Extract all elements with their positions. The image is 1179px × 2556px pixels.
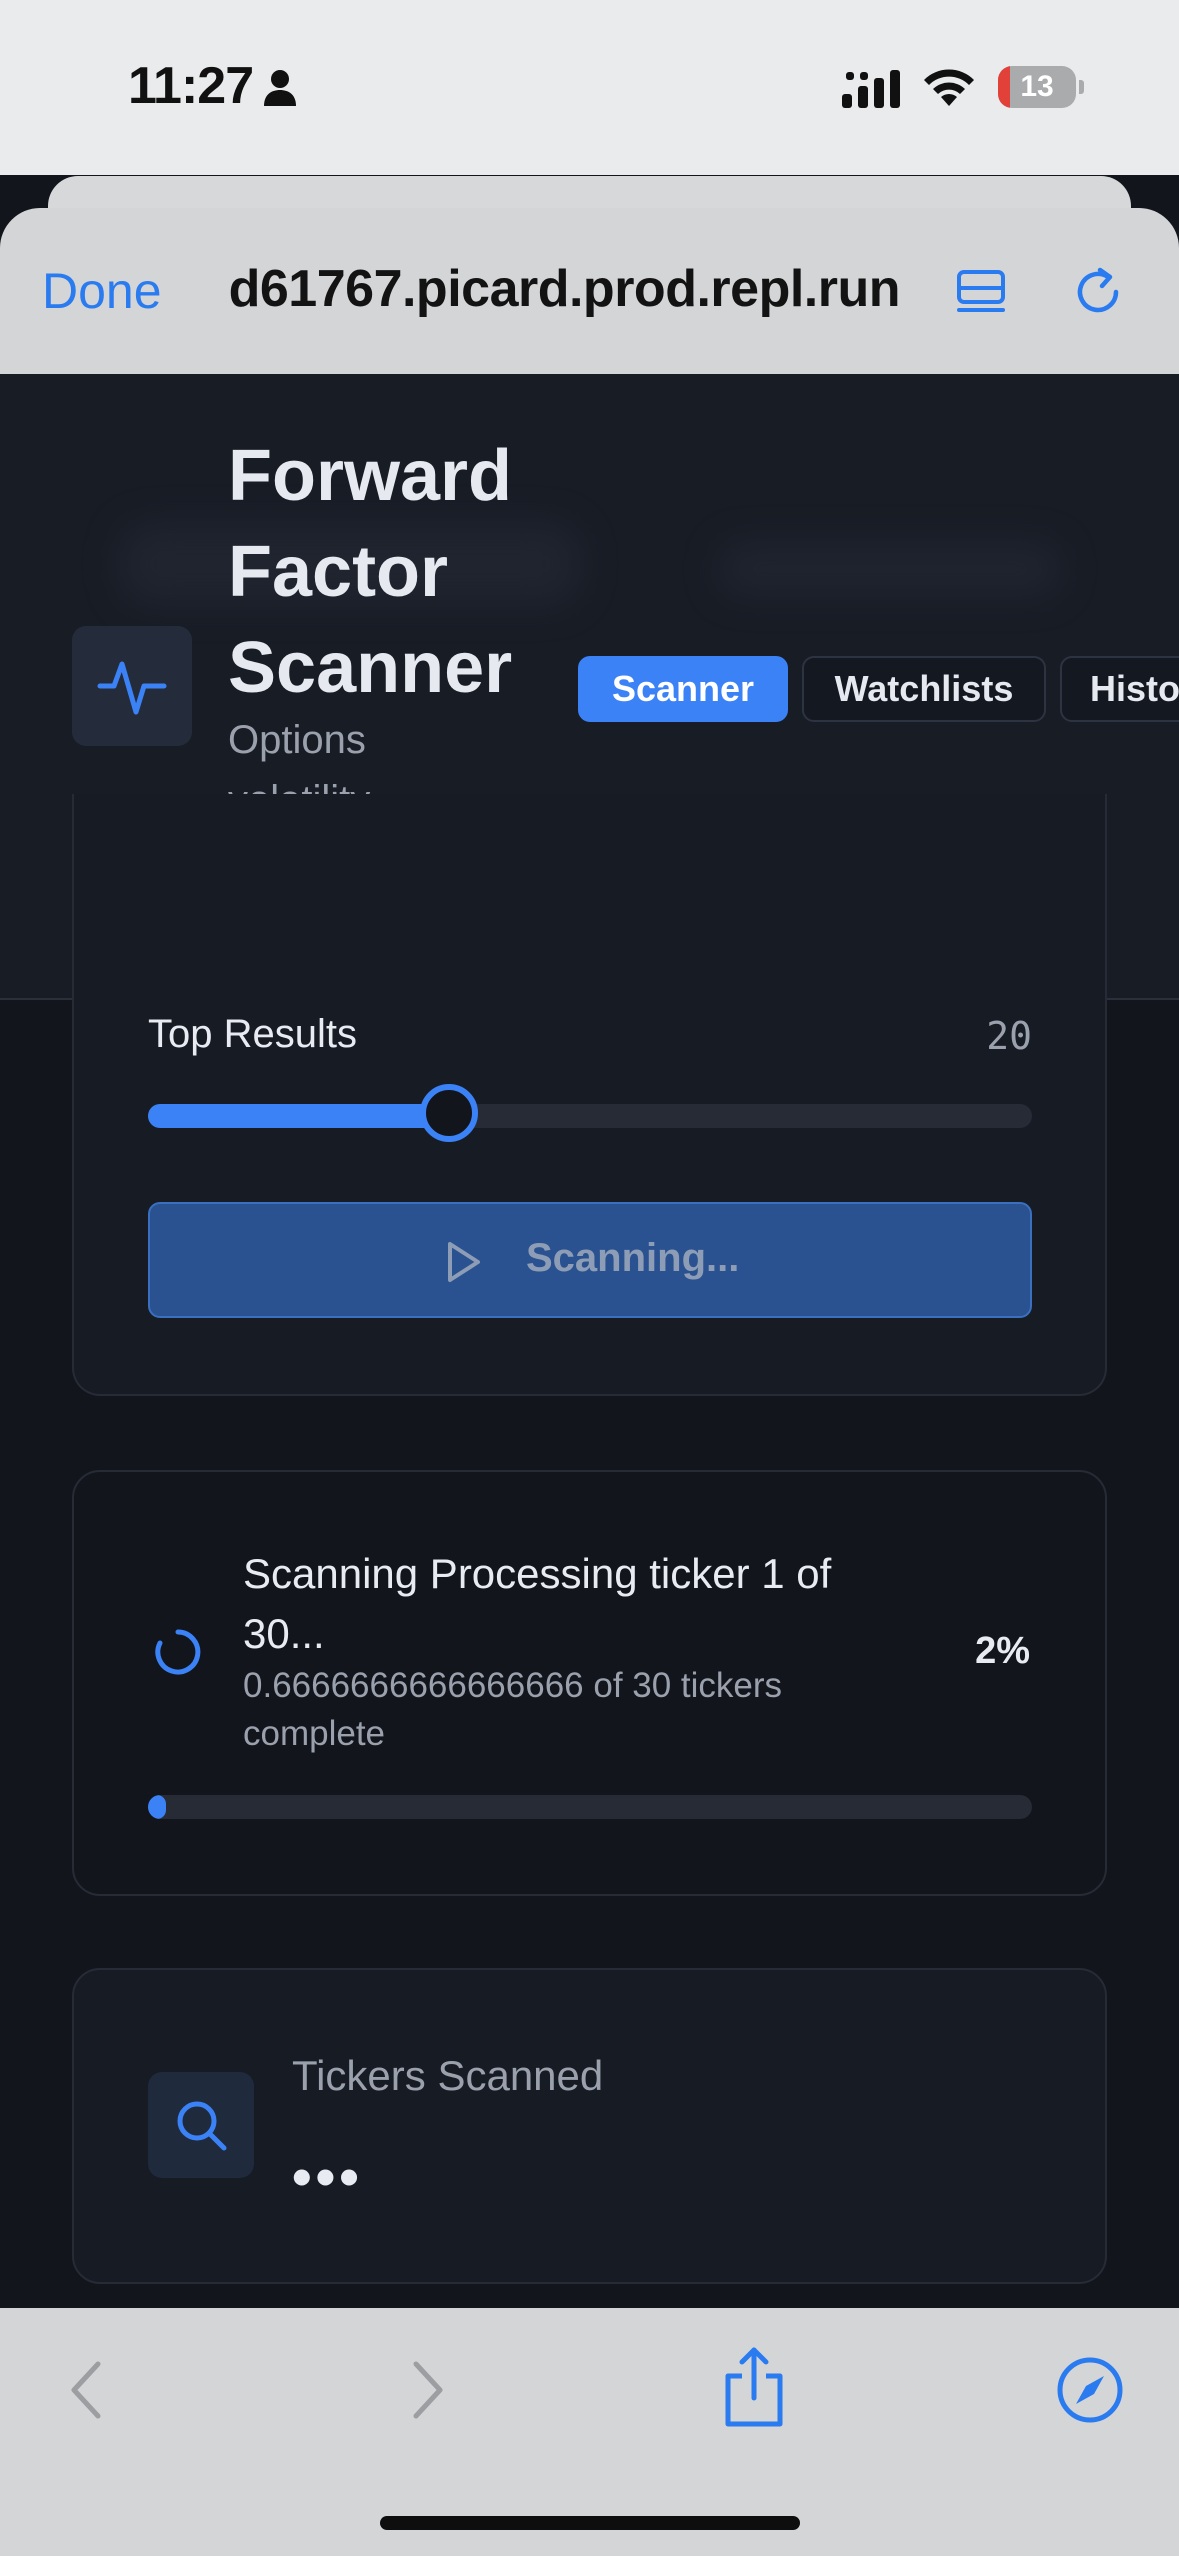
progress-bar (148, 1795, 1032, 1819)
battery-level: 13 (1020, 70, 1054, 103)
forward-chevron-icon[interactable] (400, 2358, 454, 2422)
tab-watchlists[interactable]: Watchlists (802, 656, 1046, 722)
tickers-scanned-value: ••• (292, 2145, 363, 2208)
status-time: 11:27 (128, 57, 254, 115)
reload-icon[interactable] (1072, 262, 1128, 322)
slider-fill (148, 1104, 449, 1128)
person-icon (264, 70, 296, 106)
url-text: d61767.picard.prod.repl.run (228, 260, 901, 318)
back-chevron-icon[interactable] (60, 2358, 114, 2422)
battery-icon: 13 (998, 66, 1076, 108)
url-field[interactable]: d61767.picard.prod.repl.run (206, 255, 906, 325)
progress-subtitle: 0.6666666666666666 of 30 tickers complet… (243, 1666, 783, 1753)
slider-thumb[interactable] (419, 1084, 478, 1142)
top-results-value: 20 (986, 1014, 1032, 1058)
scan-button[interactable]: Scanning... (148, 1202, 1032, 1318)
top-results-label: Top Results (148, 1012, 357, 1056)
share-icon[interactable] (720, 2346, 788, 2430)
done-button[interactable]: Done (42, 262, 162, 320)
app-title: Forward Factor Scanner (228, 436, 513, 708)
tab-history[interactable]: Histo (1060, 656, 1179, 722)
app-logo (72, 626, 192, 746)
progress-fill (148, 1795, 166, 1819)
progress-title: Scanning Processing ticker 1 of 30... (243, 1550, 832, 1657)
battery-nub (1079, 80, 1084, 94)
wifi-icon (924, 69, 974, 106)
home-indicator (380, 2516, 800, 2530)
tab-scanner[interactable]: Scanner (578, 656, 788, 722)
play-icon (448, 1242, 480, 1282)
reader-view-icon[interactable] (955, 262, 1007, 322)
loading-spinner-icon (155, 1629, 201, 1675)
search-icon (177, 2101, 227, 2151)
stat-icon-box (148, 2072, 254, 2178)
cellular-signal-icon (842, 70, 900, 108)
status-bar: 11:27 13 (0, 0, 1179, 175)
compass-icon[interactable] (1056, 2356, 1124, 2424)
activity-pulse-icon (97, 661, 167, 715)
top-results-slider[interactable] (148, 1084, 1032, 1142)
scan-button-label: Scanning... (526, 1236, 740, 1280)
tickers-scanned-label: Tickers Scanned (292, 2052, 604, 2099)
progress-percent: 2% (975, 1630, 1030, 1672)
